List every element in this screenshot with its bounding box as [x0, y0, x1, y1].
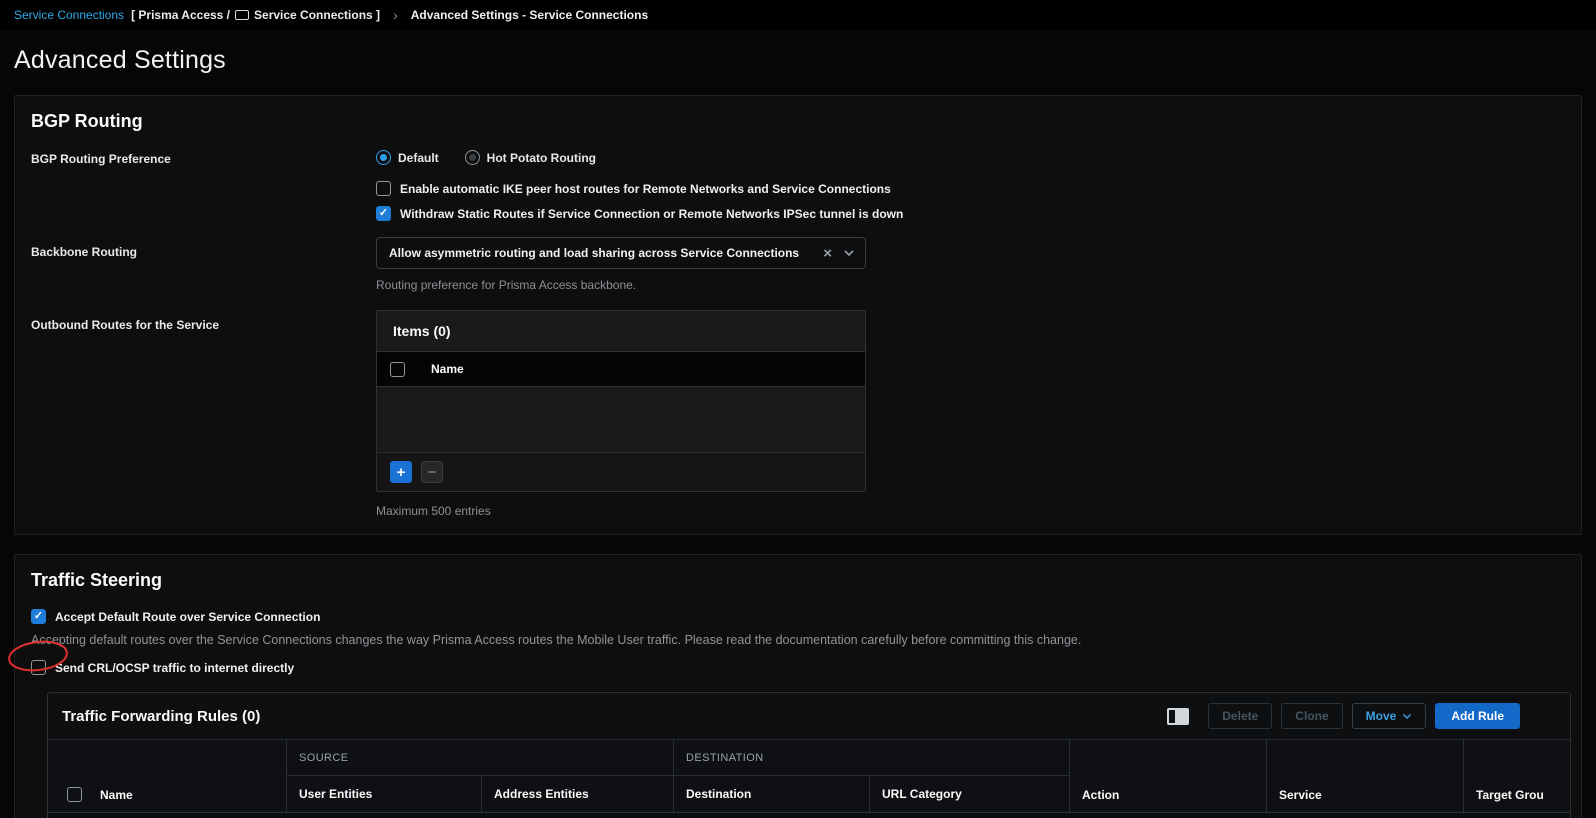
radio-default-label: Default — [398, 151, 439, 165]
accept-default-route-label: Accept Default Route over Service Connec… — [55, 610, 320, 624]
outbound-routes-table: Items (0) Name + − — [376, 310, 866, 492]
column-header-name: Name — [82, 788, 145, 802]
send-crl-ocsp-label: Send CRL/OCSP traffic to internet direct… — [55, 661, 294, 675]
breadcrumb-context: [ Prisma Access / Service Connections ] — [131, 8, 380, 22]
radio-hot-potato-icon[interactable] — [465, 150, 480, 165]
clone-button[interactable]: Clone — [1281, 703, 1342, 729]
bgp-preference-radio-group: Default Hot Potato Routing — [376, 150, 1565, 165]
outbound-routes-row: Outbound Routes for the Service Items (0… — [15, 308, 1581, 518]
backbone-routing-value: Allow asymmetric routing and load sharin… — [389, 246, 816, 260]
items-select-all-checkbox[interactable] — [390, 362, 405, 377]
breadcrumb-link-service-connections[interactable]: Service Connections — [14, 8, 124, 22]
accept-default-route-note: Accepting default routes over the Servic… — [15, 633, 1581, 647]
column-header-url-category: URL Category — [870, 776, 1070, 812]
add-rule-button[interactable]: Add Rule — [1435, 703, 1520, 729]
column-header-user-entities: User Entities — [287, 776, 482, 812]
move-button-label: Move — [1366, 710, 1397, 722]
radio-hot-potato[interactable]: Hot Potato Routing — [465, 150, 596, 165]
withdraw-static-routes-label: Withdraw Static Routes if Service Connec… — [400, 207, 903, 221]
items-header-row: Name — [377, 351, 865, 387]
ike-peer-routes-label: Enable automatic IKE peer host routes fo… — [400, 182, 891, 196]
header-name-cell: Name — [48, 740, 287, 812]
check-icon: ✓ — [379, 208, 388, 219]
backbone-routing-row: Backbone Routing Allow asymmetric routin… — [15, 221, 1581, 292]
accept-default-route-row: ✓ Accept Default Route over Service Conn… — [15, 609, 1581, 624]
ike-peer-routes-checkbox[interactable] — [376, 181, 391, 196]
withdraw-static-routes-checkbox[interactable]: ✓ — [376, 206, 391, 221]
withdraw-static-routes-row: ✓ Withdraw Static Routes if Service Conn… — [376, 206, 1565, 221]
radio-default[interactable]: Default — [376, 150, 439, 165]
breadcrumb-current: Advanced Settings - Service Connections — [411, 8, 648, 22]
bgp-preference-label: BGP Routing Preference — [31, 136, 376, 221]
column-header-address-entities: Address Entities — [482, 776, 674, 812]
outbound-routes-label: Outbound Routes for the Service — [31, 308, 376, 518]
bgp-preference-row: BGP Routing Preference Default Hot Potat… — [15, 136, 1581, 221]
send-crl-ocsp-row: Send CRL/OCSP traffic to internet direct… — [15, 660, 1581, 675]
columns-icon — [1167, 708, 1189, 725]
group-header-source: SOURCE — [287, 740, 674, 776]
backbone-routing-select[interactable]: Allow asymmetric routing and load sharin… — [376, 237, 866, 269]
breadcrumb: Service Connections [ Prisma Access / Se… — [0, 0, 1596, 30]
column-header-action: Action — [1070, 740, 1267, 812]
column-header-target-group: Target Grou — [1464, 740, 1570, 812]
items-footer: + − — [377, 453, 865, 491]
rules-toolbar: Traffic Forwarding Rules (0) Delete Clon… — [48, 693, 1570, 739]
radio-hot-potato-label: Hot Potato Routing — [487, 151, 596, 165]
breadcrumb-context-prefix: [ Prisma Access / — [131, 8, 230, 22]
move-button[interactable]: Move — [1352, 703, 1427, 729]
advanced-settings-page: Service Connections [ Prisma Access / Se… — [0, 0, 1596, 818]
service-connections-icon — [235, 10, 249, 20]
send-crl-ocsp-checkbox[interactable] — [31, 660, 46, 675]
traffic-steering-heading: Traffic Steering — [15, 555, 1581, 595]
chevron-down-icon — [1402, 713, 1412, 720]
group-header-destination: DESTINATION — [674, 740, 1070, 776]
radio-default-icon[interactable] — [376, 150, 391, 165]
items-count-title: Items (0) — [377, 311, 865, 351]
items-name-column-header: Name — [431, 362, 464, 376]
column-header-destination: Destination — [674, 776, 870, 812]
backbone-routing-label: Backbone Routing — [31, 221, 376, 292]
ike-peer-routes-row: Enable automatic IKE peer host routes fo… — [376, 181, 1565, 196]
traffic-forwarding-rules-panel: Traffic Forwarding Rules (0) Delete Clon… — [47, 692, 1571, 818]
chevron-down-icon[interactable] — [839, 249, 855, 257]
add-item-button[interactable]: + — [390, 461, 412, 483]
bgp-routing-heading: BGP Routing — [15, 96, 1581, 136]
traffic-steering-panel: Traffic Steering ✓ Accept Default Route … — [14, 554, 1582, 818]
chevron-right-icon: › — [393, 8, 398, 22]
remove-item-button[interactable]: − — [421, 461, 443, 483]
page-title: Advanced Settings — [14, 46, 1582, 75]
max-entries-note: Maximum 500 entries — [376, 504, 1565, 518]
column-header-service: Service — [1267, 740, 1464, 812]
rules-title: Traffic Forwarding Rules (0) — [62, 708, 260, 725]
items-empty-body — [377, 387, 865, 453]
backbone-routing-help: Routing preference for Prisma Access bac… — [376, 278, 1565, 292]
column-settings-button[interactable] — [1165, 706, 1191, 727]
accept-default-route-checkbox[interactable]: ✓ — [31, 609, 46, 624]
rules-actions: Delete Clone Move Add Rule — [1165, 703, 1520, 729]
title-area: Advanced Settings — [0, 30, 1596, 95]
rules-table-empty-body — [48, 812, 1570, 818]
delete-button[interactable]: Delete — [1208, 703, 1272, 729]
rules-table-header: Name SOURCE DESTINATION User Entities Ad… — [48, 739, 1570, 812]
bgp-routing-panel: BGP Routing BGP Routing Preference Defau… — [14, 95, 1582, 535]
breadcrumb-context-name: Service Connections ] — [254, 8, 380, 22]
rules-select-all-checkbox[interactable] — [67, 787, 82, 802]
clear-icon[interactable]: × — [816, 245, 839, 262]
check-icon: ✓ — [34, 611, 43, 622]
